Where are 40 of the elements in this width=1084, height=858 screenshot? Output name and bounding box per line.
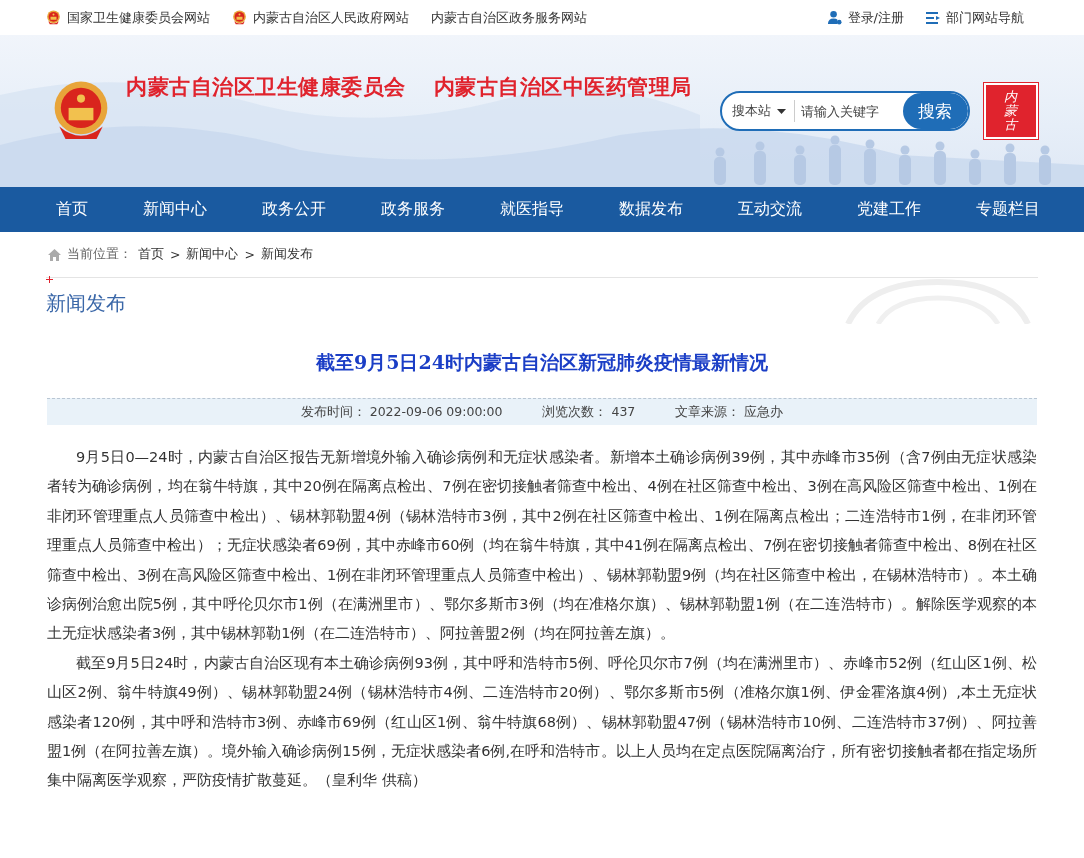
nav-item[interactable]: 首页 — [40, 199, 104, 220]
nav-item[interactable]: 政务公开 — [246, 199, 342, 220]
meta-text: 浏览次数： 437 — [542, 403, 636, 421]
search-field[interactable]: 搜本站 请输入关键字 搜索 — [719, 91, 970, 131]
breadcrumb-separator: > — [244, 247, 255, 262]
nav-item[interactable]: 专题栏目 — [960, 199, 1056, 220]
seal-logo: 内蒙古 — [983, 83, 1038, 139]
article-paragraph: 9月5日0—24时，内蒙古自治区报告无新增境外输入确诊病例和无症状感染者。新增本土确诊病例39例，其中赤峰市35例（含7例由无症状感染者转为确诊病例，均在翁牛特旗，其中20例在隔离点检出、7例在密切接触者筛查中检出、4例在社区筛查中检出、3例在高风险区筛查中检出、1例在非闭环管理重点人员筛查中检出）、锡林郭勒盟4例（锡林浩特市3例，其中2例在社区筛查中检出、1例在隔离点检出；二连浩特市1例，在非闭环管理重点人员筛查中检出）；无症状感染者69例，其中赤峰市60例（均在翁牛特旗，其中41例在隔离点检出、7例在密切接触者筛查中检出、8例在社区筛查中检出、3例在高风险区筛查中检出、1例在非闭环管理重点人员筛查中检出）、锡林郭勒盟9例（均在社区筛查中检出，在锡林浩特市）。本土确诊病例治愈出院5例，其中呼伦贝尔市1例（在满洲里市）、鄂尔多斯市3例（均在准格尔旗）、锡林郭勒盟1例（在二连浩特市）。解除医学观察的本土无症状感染者3例，其中锡林郭勒1例（在二连浩特市）、阿拉善盟2例（均在阿拉善左旗）。 — [47, 448, 1037, 644]
article-title: 截至9月5日24时内蒙古自治区新冠肺炎疫情最新情况 — [315, 350, 769, 375]
search-button[interactable]: 搜索 — [902, 93, 968, 129]
meta-text: 发布时间： 2022-09-06 09:00:00 — [300, 403, 503, 421]
breadcrumb-link[interactable]: 首页 — [138, 246, 164, 263]
caret-icon — [776, 108, 786, 114]
nav-item[interactable]: 党建工作 — [841, 199, 937, 220]
breadcrumb-label: 当前位置： — [67, 246, 132, 263]
breadcrumb-link[interactable]: 新闻发布 — [260, 246, 313, 263]
breadcrumb-link[interactable]: 新闻中心 — [186, 246, 239, 263]
article-paragraph: 截至9月5日24时，内蒙古自治区现有本土确诊病例93例，其中呼和浩特市5例、呼伦贝尔市7例（均在满洲里市）、赤峰市52例（红山区1例、松山区2例、翁牛特旗49例）、锡林郭勒盟24例（锡林浩特市4例、二连浩特市20例）、鄂尔多斯市5例（准格尔旗1例、伊金霍洛旗4例）,本土无症状感染者120例，其中呼和浩特市3例、赤峰市69例（红山区1例、翁牛特旗68例）、锡林郭勒盟47例（锡林浩特市10例、二连浩特市37例）、阿拉善盟1例（在阿拉善左旗）。境外输入确诊病例15例，无症状感染者6例,在呼和浩特市。以上人员均在定点医院隔离治疗，所有密切接触者都在指定场所集中隔离医学观察，严防疫情扩散蔓延。（皇利华 供稿） — [47, 653, 1037, 791]
nav-item[interactable]: 就医指导 — [484, 199, 580, 220]
section-title: 新闻发布 — [46, 290, 126, 317]
home-icon — [48, 248, 61, 261]
site-title: 内蒙古自治区中医药管理局 — [433, 74, 692, 101]
site-link[interactable]: 内蒙古自治区人民政府网站 — [232, 8, 409, 27]
meta-text: 文章来源： 应急办 — [675, 403, 784, 421]
scope-dropdown[interactable]: 搜本站 — [721, 100, 795, 122]
site-link[interactable]: 内蒙古自治区政务服务网站 — [431, 8, 587, 27]
nav-item[interactable]: 数据发布 — [603, 199, 699, 220]
user-icon — [826, 10, 842, 25]
header-link[interactable]: 登录/注册 — [826, 8, 904, 27]
site-title: 内蒙古自治区卫生健康委员会 — [126, 74, 406, 101]
nav-item[interactable]: 新闻中心 — [127, 199, 223, 220]
breadcrumb-separator: > — [170, 247, 181, 262]
header-link[interactable]: 部门网站导航 — [926, 8, 1024, 27]
nav-item[interactable]: 互动交流 — [722, 199, 818, 220]
nav-item[interactable]: 政务服务 — [365, 199, 461, 220]
emblem-icon — [46, 10, 61, 25]
menu-icon — [926, 11, 940, 24]
plus-icon — [46, 276, 53, 283]
emblem-icon — [232, 10, 247, 25]
site-link[interactable]: 国家卫生健康委员会网站 — [46, 8, 210, 27]
